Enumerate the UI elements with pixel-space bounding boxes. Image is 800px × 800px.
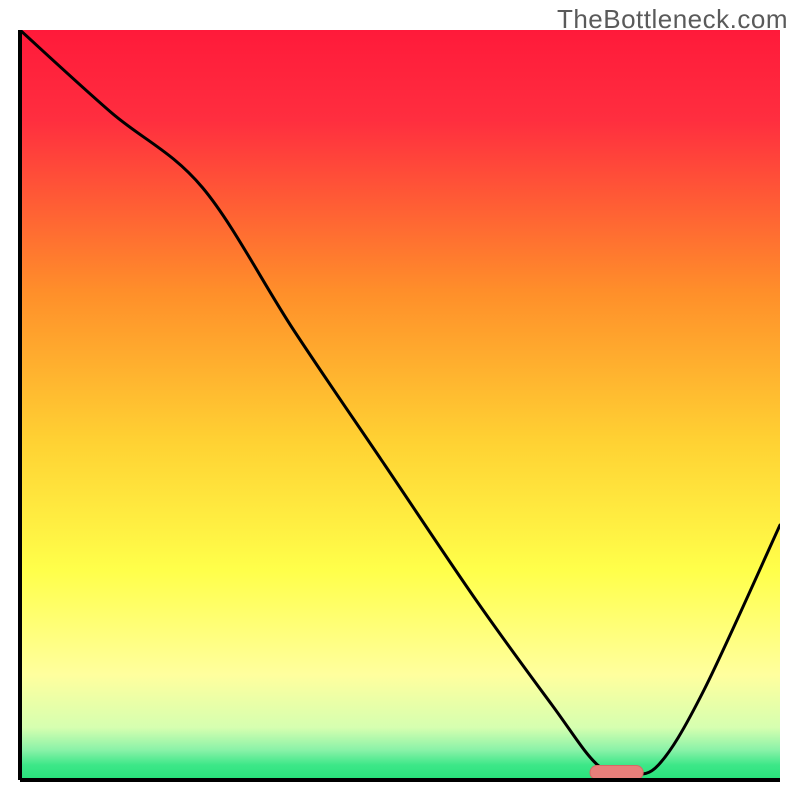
chart-frame: TheBottleneck.com xyxy=(0,0,800,800)
optimal-range-marker xyxy=(590,766,643,780)
bottleneck-chart xyxy=(0,0,800,800)
gradient-background xyxy=(20,30,780,780)
